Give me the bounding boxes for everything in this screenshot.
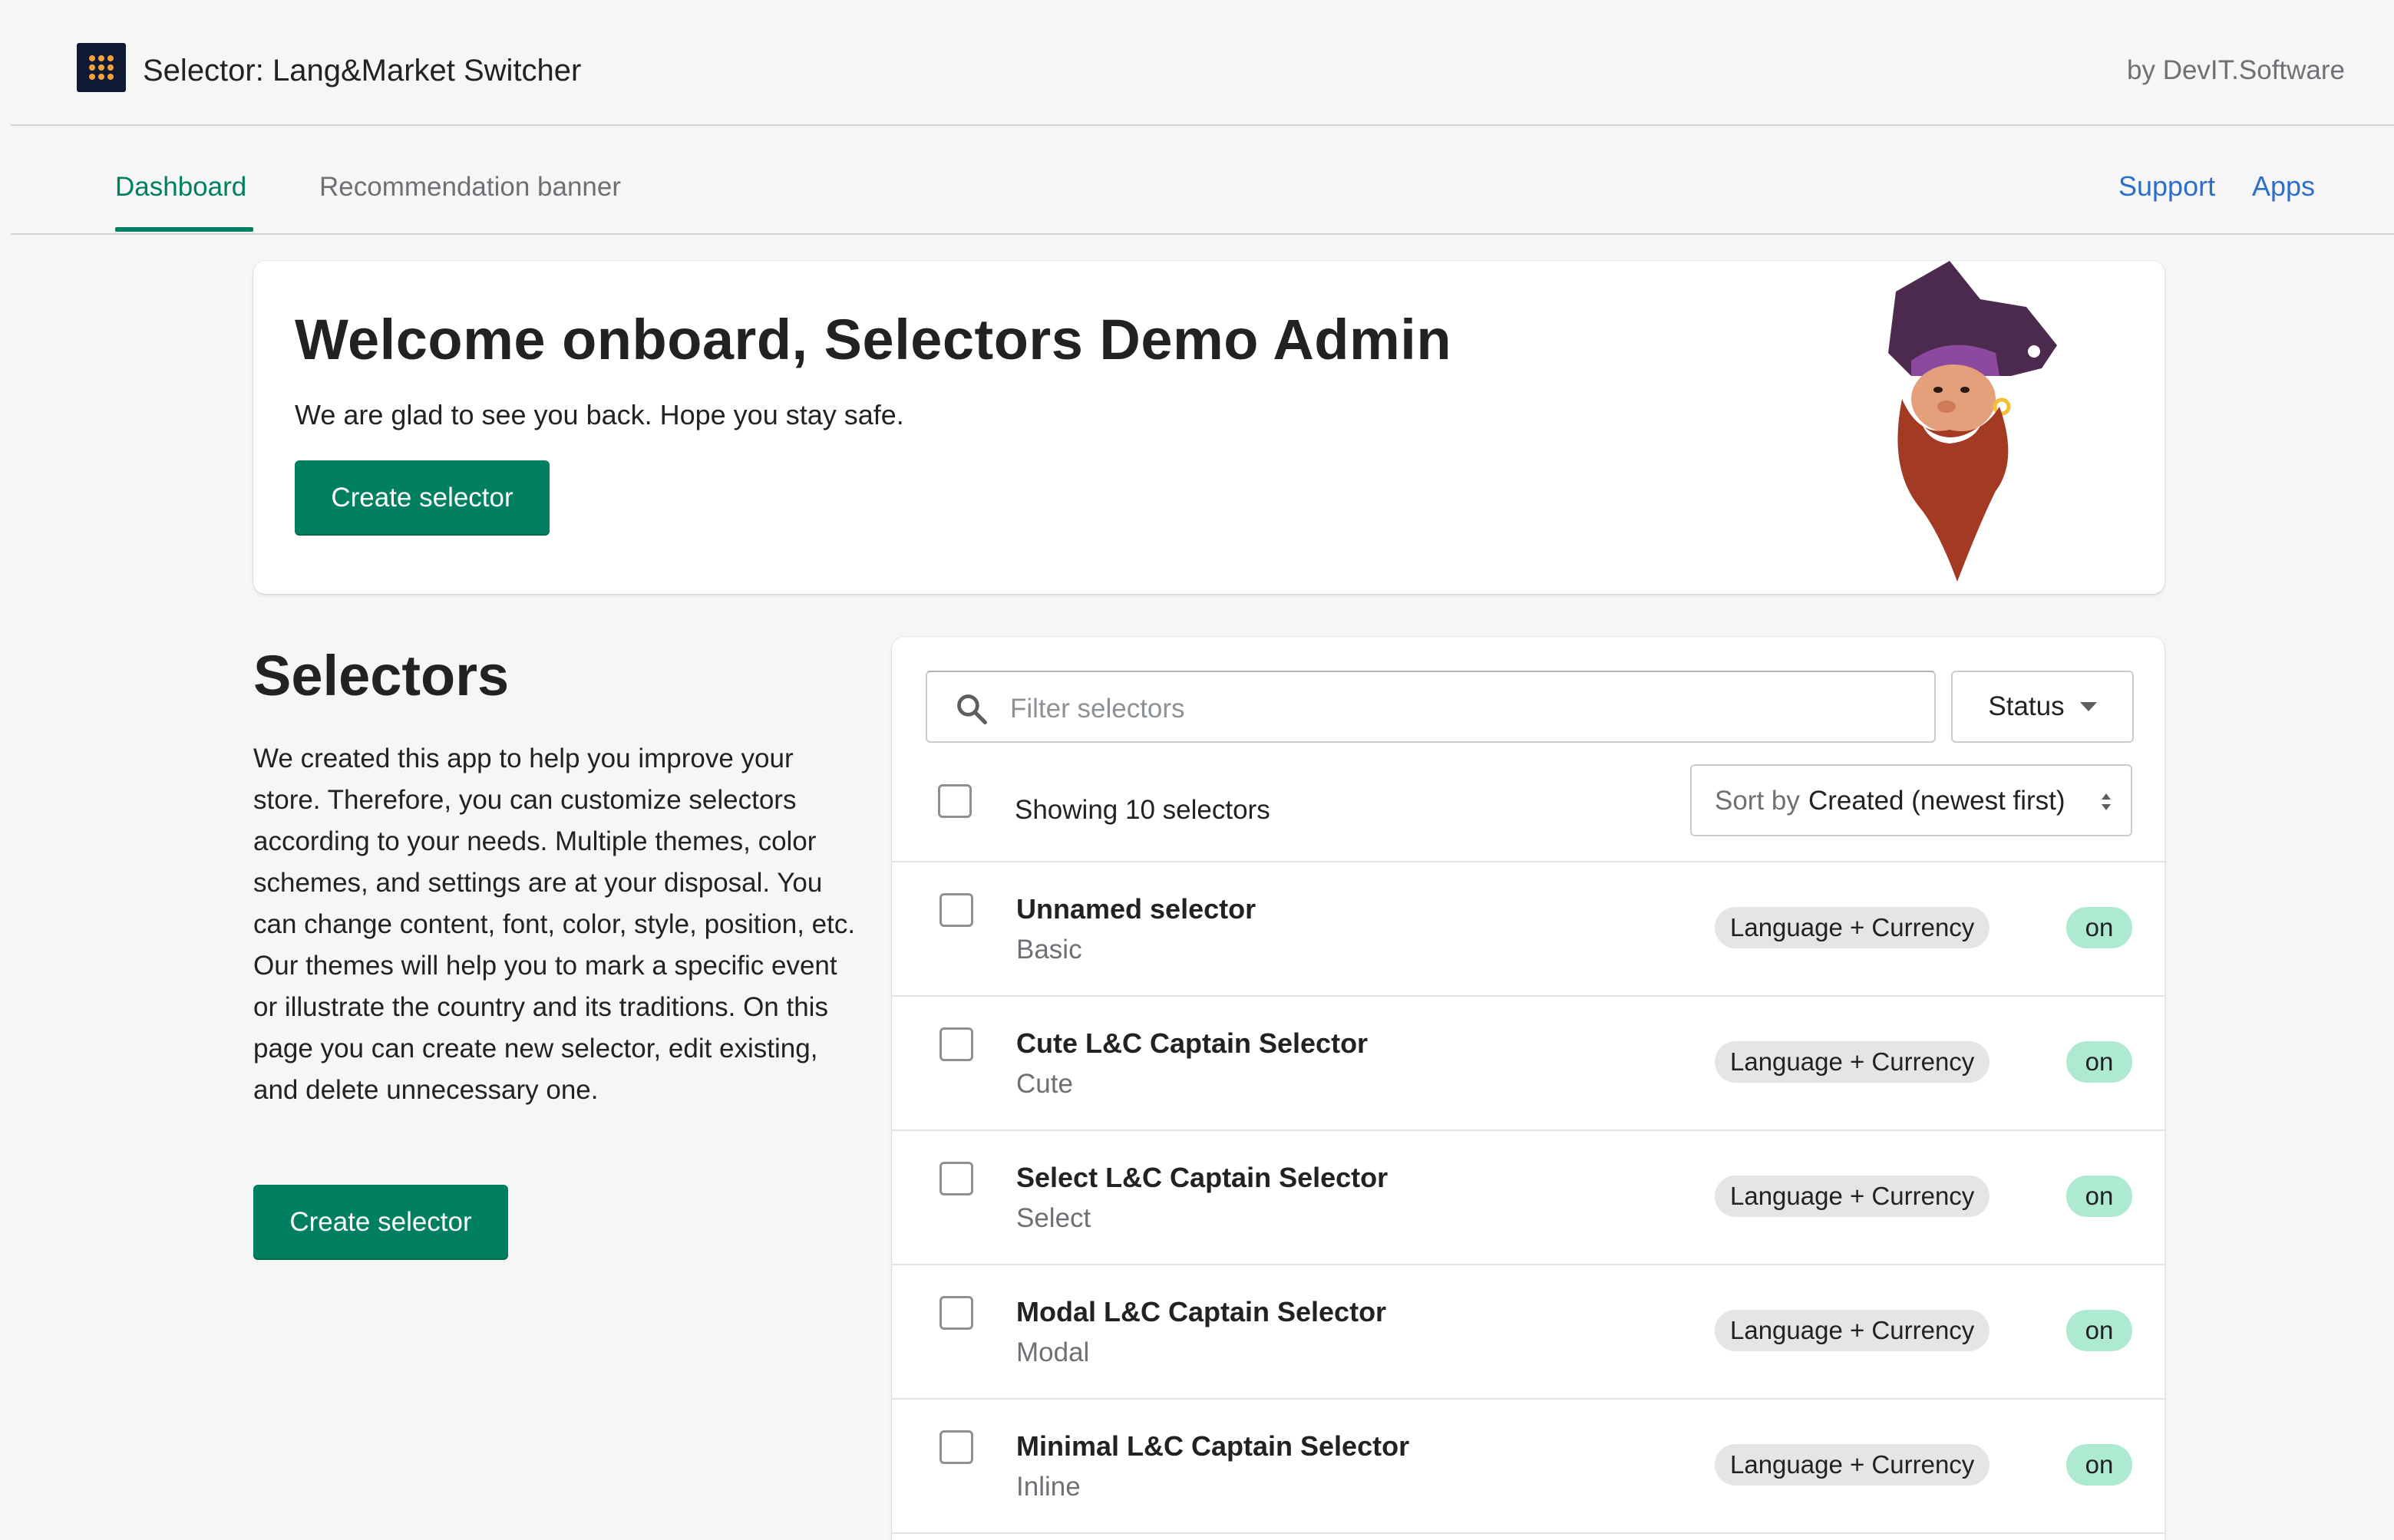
tab-recommendation-banner[interactable]: Recommendation banner	[319, 172, 621, 203]
sort-select[interactable]: Sort by Created (newest first)	[1690, 764, 2132, 836]
selector-row[interactable]: Select L&C Captain Selector Select Langu…	[892, 1129, 2165, 1265]
selector-name: Modal L&C Captain Selector	[1016, 1296, 1387, 1327]
create-selector-button-top[interactable]: Create selector	[295, 460, 550, 536]
welcome-subtitle: We are glad to see you back. Hope you st…	[295, 399, 904, 430]
selector-type-badge: Language + Currency	[1715, 1444, 1990, 1486]
app-title: Selector: Lang&Market Switcher	[143, 54, 582, 87]
select-all-checkbox[interactable]	[938, 784, 972, 818]
welcome-title: Welcome onboard, Selectors Demo Admin	[295, 308, 1452, 371]
selector-theme: Select	[1016, 1203, 1091, 1233]
active-tab-indicator	[115, 227, 253, 232]
status-badge: on	[2066, 1041, 2132, 1083]
row-checkbox[interactable]	[939, 1162, 973, 1195]
support-link[interactable]: Support	[2118, 170, 2215, 203]
selector-name: Minimal L&C Captain Selector	[1016, 1430, 1410, 1462]
apps-link[interactable]: Apps	[2252, 170, 2315, 203]
status-badge: on	[2066, 1444, 2132, 1486]
app-logo-grid-icon	[77, 43, 126, 92]
caret-down-icon	[2079, 702, 2097, 711]
filter-selectors-input[interactable]: Filter selectors	[926, 671, 1936, 743]
selector-name: Cute L&C Captain Selector	[1016, 1027, 1369, 1059]
selector-theme: Inline	[1016, 1472, 1081, 1502]
developer-credit: by DevIT.Software	[2127, 55, 2345, 85]
app-header: Selector: Lang&Market Switcher by DevIT.…	[11, 9, 2394, 126]
selector-theme: Cute	[1016, 1069, 1073, 1099]
selectors-description: We created this app to help you improve …	[253, 744, 856, 1105]
row-checkbox[interactable]	[939, 1430, 973, 1464]
selector-row[interactable]: Modal L&C Captain Selector Modal Languag…	[892, 1264, 2165, 1399]
selector-name: Unnamed selector	[1016, 893, 1256, 925]
row-checkbox[interactable]	[939, 1296, 973, 1330]
tab-bar: Dashboard Recommendation banner Support …	[11, 126, 2394, 235]
search-icon	[957, 694, 987, 724]
create-selector-button[interactable]: Create selector	[253, 1185, 508, 1260]
selector-row[interactable]: Unnamed selector Basic Language + Curren…	[892, 861, 2165, 996]
selector-type-badge: Language + Currency	[1715, 1041, 1990, 1083]
filter-placeholder: Filter selectors	[1010, 694, 1185, 724]
status-filter-label: Status	[1988, 691, 2065, 721]
selector-name: Select L&C Captain Selector	[1016, 1162, 1389, 1193]
status-badge: on	[2066, 1176, 2132, 1217]
selectors-section-title: Selectors	[253, 644, 510, 707]
status-filter-button[interactable]: Status	[1951, 671, 2134, 743]
selector-type-badge: Language + Currency	[1715, 1310, 1990, 1351]
selector-row[interactable]	[892, 1532, 2165, 1540]
row-checkbox[interactable]	[939, 893, 973, 927]
status-badge: on	[2066, 1310, 2132, 1351]
showing-count: Showing 10 selectors	[1015, 795, 1270, 825]
selector-row[interactable]: Cute L&C Captain Selector Cute Language …	[892, 995, 2165, 1130]
pirate-captain-illustration	[1888, 261, 2057, 582]
app-frame: Selector: Lang&Market Switcher by DevIT.…	[11, 9, 2394, 1540]
sort-label: Sort by	[1715, 786, 1800, 816]
selector-theme: Basic	[1016, 935, 1082, 965]
selector-row[interactable]: Minimal L&C Captain Selector Inline Lang…	[892, 1398, 2165, 1533]
selectors-list-card: Filter selectors Status Showing 10 selec…	[892, 637, 2165, 1540]
select-arrows-icon	[2102, 793, 2111, 810]
welcome-card: Welcome onboard, Selectors Demo Admin We…	[253, 261, 2165, 594]
tab-dashboard[interactable]: Dashboard	[115, 172, 246, 203]
selector-type-badge: Language + Currency	[1715, 1176, 1990, 1217]
selector-type-badge: Language + Currency	[1715, 907, 1990, 948]
status-badge: on	[2066, 907, 2132, 948]
sort-value: Created (newest first)	[1808, 786, 2065, 816]
selector-theme: Modal	[1016, 1337, 1090, 1367]
row-checkbox[interactable]	[939, 1027, 973, 1061]
